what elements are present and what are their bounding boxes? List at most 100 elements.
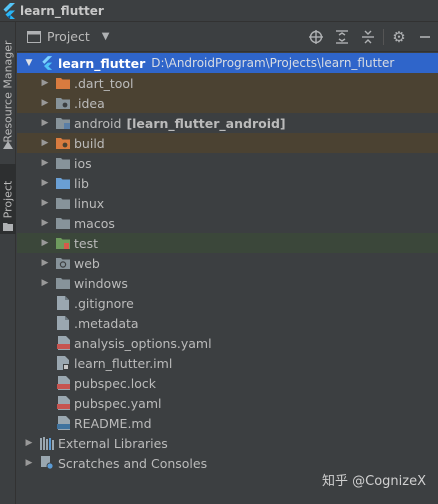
tree-root-learn-flutter[interactable]: ▼ learn_flutter D:\AndroidProgram\Projec…	[17, 53, 438, 73]
project-toolbar: Project ▼ ⚙	[17, 22, 438, 52]
tree-item-ios[interactable]: ▶ ios	[17, 153, 438, 173]
library-icon	[39, 435, 55, 451]
view-selector-label: Project	[47, 29, 90, 44]
chevron-right-icon[interactable]: ▶	[39, 238, 51, 248]
markdown-file-icon	[55, 415, 71, 431]
flutter-module-icon	[39, 55, 55, 71]
chevron-right-icon[interactable]: ▶	[39, 258, 51, 268]
expand-all-button[interactable]	[329, 22, 355, 52]
chevron-right-icon[interactable]: ▶	[23, 458, 35, 468]
tree-item-learn-flutter-iml[interactable]: learn_flutter.iml	[17, 353, 438, 373]
resource-manager-tab[interactable]: Resource Manager	[0, 36, 16, 146]
tree-item-label: lib	[74, 175, 89, 191]
excluded-folder-icon	[55, 75, 71, 91]
tree-item-test[interactable]: ▶ test	[17, 233, 438, 253]
chevron-right-icon[interactable]: ▶	[39, 78, 51, 88]
tree-item-gitignore[interactable]: .gitignore	[17, 293, 438, 313]
tree-item-readme[interactable]: README.md	[17, 413, 438, 433]
tree-item-label: External Libraries	[58, 435, 168, 451]
tree-item-macos[interactable]: ▶ macos	[17, 213, 438, 233]
folder-icon	[55, 275, 71, 291]
folder-icon	[55, 195, 71, 211]
tree-item-label: .dart_tool	[74, 75, 134, 91]
project-tree: ▼ learn_flutter D:\AndroidProgram\Projec…	[17, 53, 438, 473]
tree-item-windows[interactable]: ▶ windows	[17, 273, 438, 293]
text-file-icon	[55, 295, 71, 311]
scratches-icon	[39, 455, 55, 471]
chevron-right-icon[interactable]: ▶	[39, 178, 51, 188]
tree-item-label: ios	[74, 155, 92, 171]
folder-icon	[55, 215, 71, 231]
window-title: learn_flutter	[20, 3, 104, 18]
project-panel: Project ▼ ⚙ ▼ learn_flutter D:\AndroidPr…	[17, 22, 438, 504]
text-file-icon	[55, 315, 71, 331]
watermark: 知乎 @CognizeX	[322, 474, 426, 489]
test-folder-icon	[55, 235, 71, 251]
settings-button[interactable]: ⚙	[386, 22, 412, 52]
chevron-right-icon[interactable]: ▶	[23, 438, 35, 448]
tree-item-label: test	[74, 235, 99, 251]
module-folder-icon	[55, 115, 71, 131]
tree-root-path: D:\AndroidProgram\Projects\learn_flutter	[151, 56, 395, 70]
project-view-icon	[27, 30, 41, 43]
yaml-file-icon	[55, 375, 71, 391]
tree-item-label: pubspec.yaml	[74, 395, 162, 411]
folder-icon	[55, 155, 71, 171]
yaml-file-icon	[55, 395, 71, 411]
chevron-right-icon[interactable]: ▶	[39, 218, 51, 228]
chevron-right-icon[interactable]: ▶	[39, 278, 51, 288]
title-bar: learn_flutter	[0, 0, 438, 22]
module-file-icon	[55, 355, 71, 371]
chevron-right-icon[interactable]: ▶	[39, 158, 51, 168]
module-name-label: [learn_flutter_android]	[126, 115, 286, 131]
tree-item-pubspec-yaml[interactable]: pubspec.yaml	[17, 393, 438, 413]
tree-item-metadata[interactable]: .metadata	[17, 313, 438, 333]
tree-item-web[interactable]: ▶ web	[17, 253, 438, 273]
project-folder-icon	[3, 220, 13, 234]
web-folder-icon	[55, 255, 71, 271]
tree-item-label: .gitignore	[74, 295, 134, 311]
project-tab-label: Project	[1, 180, 15, 218]
tree-item-build[interactable]: ▶ build	[17, 133, 438, 153]
tree-item-label: learn_flutter.iml	[74, 355, 173, 371]
tree-item-label: linux	[74, 195, 105, 211]
expand-all-icon	[336, 30, 348, 44]
yaml-file-icon	[55, 335, 71, 351]
tree-item-label: analysis_options.yaml	[74, 335, 212, 351]
tree-item-label: README.md	[74, 415, 152, 431]
chevron-right-icon[interactable]: ▶	[39, 98, 51, 108]
view-selector[interactable]: Project ▼	[27, 29, 109, 44]
hide-button[interactable]	[412, 22, 438, 52]
chevron-down-icon[interactable]: ▼	[23, 58, 35, 68]
tree-item-label: .metadata	[74, 315, 139, 331]
collapse-all-button[interactable]	[355, 22, 381, 52]
tree-item-analysis-options[interactable]: analysis_options.yaml	[17, 333, 438, 353]
flutter-logo-icon	[3, 2, 15, 19]
crosshair-icon	[309, 30, 323, 44]
tree-item-idea[interactable]: ▶ .idea	[17, 93, 438, 113]
resource-manager-tab-label: Resource Manager	[1, 39, 15, 143]
tree-item-linux[interactable]: ▶ linux	[17, 193, 438, 213]
toolbar-actions: ⚙	[303, 22, 438, 52]
gear-icon: ⚙	[392, 28, 406, 46]
tree-item-dart-tool[interactable]: ▶ .dart_tool	[17, 73, 438, 93]
tree-root-label: learn_flutter	[58, 55, 146, 71]
toolbar-separator	[383, 29, 384, 45]
locate-file-button[interactable]	[303, 22, 329, 52]
chevron-right-icon[interactable]: ▶	[39, 138, 51, 148]
settings-folder-icon	[55, 95, 71, 111]
tree-item-pubspec-lock[interactable]: pubspec.lock	[17, 373, 438, 393]
excluded-folder-icon	[55, 135, 71, 151]
tree-item-label: android	[74, 115, 122, 131]
tree-item-android[interactable]: ▶ android [learn_flutter_android]	[17, 113, 438, 133]
resource-manager-icon	[3, 140, 13, 154]
chevron-right-icon[interactable]: ▶	[39, 198, 51, 208]
tree-item-label: build	[74, 135, 105, 151]
tree-item-external-libraries[interactable]: ▶ External Libraries	[17, 433, 438, 453]
source-folder-icon	[55, 175, 71, 191]
tree-item-label: web	[74, 255, 100, 271]
chevron-right-icon[interactable]: ▶	[39, 118, 51, 128]
tree-item-label: .idea	[74, 95, 105, 111]
left-tool-strip: Resource Manager Project	[0, 22, 16, 504]
tree-item-lib[interactable]: ▶ lib	[17, 173, 438, 193]
